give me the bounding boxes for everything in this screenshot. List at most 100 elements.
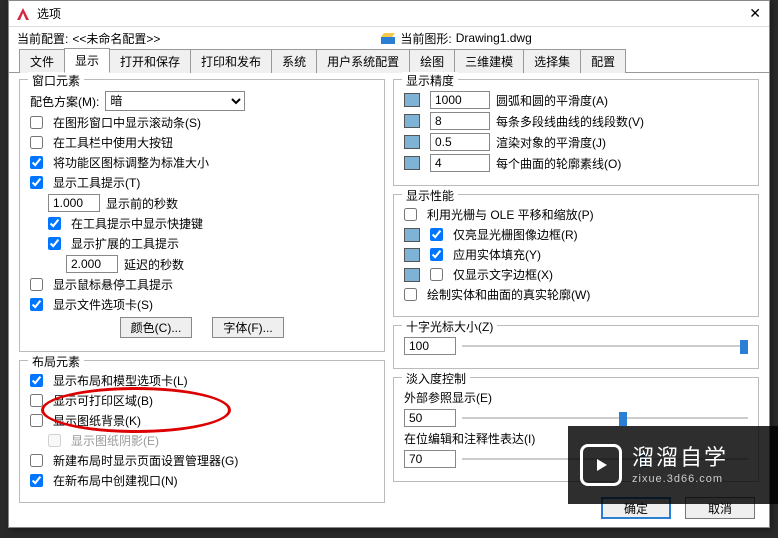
app-logo-icon <box>15 6 31 22</box>
input-crosshair-size[interactable] <box>404 337 456 355</box>
tab-strip: 文件 显示 打开和保存 打印和发布 系统 用户系统配置 绘图 三维建模 选择集 … <box>9 49 769 73</box>
chk-solid-fill[interactable] <box>430 248 443 261</box>
fonts-button[interactable]: 字体(F)... <box>212 317 284 338</box>
lbl-render-smooth: 渲染对象的平滑度(J) <box>496 134 606 151</box>
lbl-big-buttons: 在工具栏中使用大按钮 <box>53 134 173 151</box>
lbl-printable-area: 显示可打印区域(B) <box>53 392 153 409</box>
chk-paper-shadow <box>48 434 61 447</box>
tab-selection[interactable]: 选择集 <box>523 49 581 73</box>
chk-page-setup-mgr[interactable] <box>30 454 43 467</box>
drawing-icon <box>380 31 396 45</box>
lbl-create-viewport: 在新布局中创建视口(N) <box>53 472 178 489</box>
lbl-shortcut-in-tip: 在工具提示中显示快捷键 <box>71 215 203 232</box>
legend-fade: 淡入度控制 <box>402 370 470 387</box>
group-layout-elements: 布局元素 显示布局和模型选项卡(L) 显示可打印区域(B) 显示图纸背景(K) … <box>19 360 385 503</box>
chk-ribbon-std[interactable] <box>30 156 43 169</box>
input-inplace-fade[interactable] <box>404 450 456 468</box>
legend-precision: 显示精度 <box>402 72 458 89</box>
input-arc-smooth[interactable] <box>430 91 490 109</box>
swatch-icon <box>404 268 420 282</box>
tab-display[interactable]: 显示 <box>64 48 110 73</box>
lbl-raster-frame: 仅亮显光栅图像边框(R) <box>453 226 578 243</box>
input-tooltip-seconds[interactable] <box>48 194 100 212</box>
slider-xref-fade[interactable] <box>462 410 748 426</box>
chk-layout-tabs[interactable] <box>30 374 43 387</box>
lbl-page-setup-mgr: 新建布局时显示页面设置管理器(G) <box>53 452 238 469</box>
group-window-elements: 窗口元素 配色方案(M): 暗 在图形窗口中显示滚动条(S) 在工具栏中使用大按… <box>19 79 385 352</box>
lbl-paper-bg: 显示图纸背景(K) <box>53 412 141 429</box>
slider-crosshair[interactable] <box>462 338 748 354</box>
chk-silhouette[interactable] <box>404 288 417 301</box>
tab-system[interactable]: 系统 <box>271 49 317 73</box>
chk-shortcut-in-tip[interactable] <box>48 217 61 230</box>
lbl-tooltip-seconds: 显示前的秒数 <box>106 195 178 212</box>
chk-big-buttons[interactable] <box>30 136 43 149</box>
dialog-title: 选项 <box>37 5 61 22</box>
chk-paper-bg[interactable] <box>30 414 43 427</box>
close-button[interactable]: ✕ <box>749 5 761 22</box>
lbl-xref-fade: 外部参照显示(E) <box>404 389 492 406</box>
lbl-solid-fill: 应用实体填充(Y) <box>453 246 541 263</box>
input-ext-tooltip-delay[interactable] <box>66 255 118 273</box>
swatch-icon <box>404 135 420 149</box>
chk-create-viewport[interactable] <box>30 474 43 487</box>
color-scheme-label: 配色方案(M): <box>30 93 99 110</box>
tab-file[interactable]: 文件 <box>19 49 65 73</box>
profile-row: 当前配置: <<未命名配置>> 当前图形: Drawing1.dwg <box>9 27 769 49</box>
swatch-icon <box>404 248 420 262</box>
lbl-text-frame: 仅显示文字边框(X) <box>453 266 553 283</box>
watermark: 溜溜自学 zixue.3d66.com <box>568 426 778 504</box>
legend-performance: 显示性能 <box>402 187 458 204</box>
chk-text-frame[interactable] <box>430 268 443 281</box>
play-icon <box>580 444 622 486</box>
legend-layout-elements: 布局元素 <box>28 353 84 370</box>
input-render-smooth[interactable] <box>430 133 490 151</box>
swatch-icon <box>404 228 420 242</box>
current-profile-value: <<未命名配置>> <box>72 30 160 47</box>
lbl-silhouette: 绘制实体和曲面的真实轮廓(W) <box>427 286 590 303</box>
legend-window-elements: 窗口元素 <box>28 72 84 89</box>
lbl-ext-tooltip: 显示扩展的工具提示 <box>71 235 179 252</box>
chk-printable-area[interactable] <box>30 394 43 407</box>
lbl-ribbon-std: 将功能区图标调整为标准大小 <box>53 154 209 171</box>
group-performance: 显示性能 利用光栅与 OLE 平移和缩放(P) 仅亮显光栅图像边框(R) 应用实… <box>393 194 759 317</box>
input-segments[interactable] <box>430 112 490 130</box>
tab-3d[interactable]: 三维建模 <box>454 49 524 73</box>
input-xref-fade[interactable] <box>404 409 456 427</box>
current-drawing-label: 当前图形: <box>400 30 451 47</box>
chk-scrollbars[interactable] <box>30 116 43 129</box>
watermark-text: 溜溜自学 <box>632 444 728 473</box>
tab-user[interactable]: 用户系统配置 <box>316 49 410 73</box>
lbl-raster-pan: 利用光栅与 OLE 平移和缩放(P) <box>427 206 594 223</box>
group-crosshair: 十字光标大小(Z) <box>393 325 759 369</box>
tab-profiles[interactable]: 配置 <box>580 49 626 73</box>
swatch-icon <box>404 156 420 170</box>
lbl-inplace-fade: 在位编辑和注释性表达(I) <box>404 430 535 447</box>
lbl-ext-tooltip-delay: 延迟的秒数 <box>124 256 184 273</box>
current-profile-label: 当前配置: <box>17 30 68 47</box>
lbl-file-tabs: 显示文件选项卡(S) <box>53 296 153 313</box>
chk-tooltips[interactable] <box>30 176 43 189</box>
titlebar: 选项 ✕ <box>9 1 769 27</box>
legend-crosshair: 十字光标大小(Z) <box>402 318 497 335</box>
lbl-tooltips: 显示工具提示(T) <box>53 174 140 191</box>
lbl-arc-smooth: 圆弧和圆的平滑度(A) <box>496 92 608 109</box>
input-contour[interactable] <box>430 154 490 172</box>
lbl-hover-tip: 显示鼠标悬停工具提示 <box>53 276 173 293</box>
lbl-contour: 每个曲面的轮廓素线(O) <box>496 155 621 172</box>
lbl-paper-shadow: 显示图纸阴影(E) <box>71 432 159 449</box>
chk-raster-pan[interactable] <box>404 208 417 221</box>
color-scheme-select[interactable]: 暗 <box>105 91 245 111</box>
group-precision: 显示精度 圆弧和圆的平滑度(A) 每条多段线曲线的线段数(V) 渲染对象的平滑度… <box>393 79 759 186</box>
lbl-layout-tabs: 显示布局和模型选项卡(L) <box>53 372 188 389</box>
tab-plot[interactable]: 打印和发布 <box>190 49 272 73</box>
watermark-url: zixue.3d66.com <box>632 472 728 486</box>
chk-ext-tooltip[interactable] <box>48 237 61 250</box>
chk-file-tabs[interactable] <box>30 298 43 311</box>
swatch-icon <box>404 93 420 107</box>
tab-open-save[interactable]: 打开和保存 <box>109 49 191 73</box>
colors-button[interactable]: 颜色(C)... <box>120 317 192 338</box>
chk-hover-tip[interactable] <box>30 278 43 291</box>
chk-raster-frame[interactable] <box>430 228 443 241</box>
tab-drafting[interactable]: 绘图 <box>409 49 455 73</box>
